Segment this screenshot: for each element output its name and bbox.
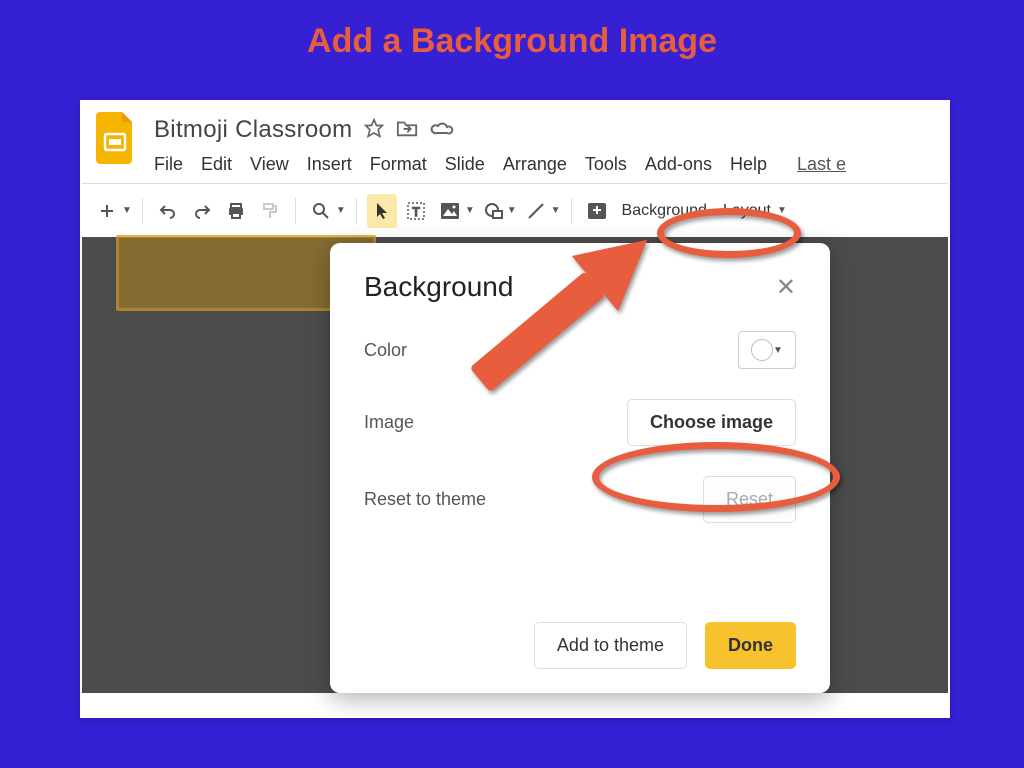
star-icon[interactable] — [364, 118, 384, 143]
toolbar: ▼ ▼ T ▼ ▼ ▼ Background Layout ▼ — [82, 183, 948, 237]
background-button[interactable]: Background — [616, 202, 713, 220]
paint-format-button[interactable] — [255, 194, 285, 228]
menu-format[interactable]: Format — [370, 154, 427, 175]
svg-text:T: T — [412, 205, 420, 219]
menu-arrange[interactable]: Arrange — [503, 154, 567, 175]
background-button-label: Background — [622, 202, 707, 220]
menu-tools[interactable]: Tools — [585, 154, 627, 175]
menu-slide[interactable]: Slide — [445, 154, 485, 175]
line-button[interactable] — [521, 194, 551, 228]
background-dialog: Background ✕ Color ▼ Image Choose image … — [330, 243, 830, 693]
menu-help[interactable]: Help — [730, 154, 767, 175]
menu-edit[interactable]: Edit — [201, 154, 232, 175]
shape-caret-icon[interactable]: ▼ — [507, 205, 517, 216]
reset-button[interactable]: Reset — [703, 476, 796, 523]
select-tool-button[interactable] — [367, 194, 397, 228]
done-button[interactable]: Done — [705, 622, 796, 669]
choose-image-button[interactable]: Choose image — [627, 399, 796, 446]
cloud-icon[interactable] — [430, 119, 454, 142]
zoom-caret-icon[interactable]: ▼ — [336, 205, 346, 216]
color-swatch-icon — [751, 339, 773, 361]
document-title[interactable]: Bitmoji Classroom — [154, 116, 352, 144]
image-button[interactable] — [435, 194, 465, 228]
menu-view[interactable]: View — [250, 154, 289, 175]
add-to-theme-button[interactable]: Add to theme — [534, 622, 687, 669]
image-label: Image — [364, 412, 414, 433]
menu-addons[interactable]: Add-ons — [645, 154, 712, 175]
shape-button[interactable] — [479, 194, 509, 228]
menu-file[interactable]: File — [154, 154, 183, 175]
comment-button[interactable] — [582, 194, 612, 228]
image-caret-icon[interactable]: ▼ — [465, 205, 475, 216]
new-slide-caret-icon[interactable]: ▼ — [122, 205, 132, 216]
undo-button[interactable] — [153, 194, 183, 228]
color-caret-icon: ▼ — [773, 345, 783, 356]
slide-title: Add a Background Image — [0, 0, 1024, 61]
slides-logo-icon — [96, 112, 136, 164]
print-button[interactable] — [221, 194, 251, 228]
menu-insert[interactable]: Insert — [307, 154, 352, 175]
new-slide-button[interactable] — [92, 194, 122, 228]
reset-label: Reset to theme — [364, 489, 486, 510]
close-icon[interactable]: ✕ — [776, 273, 796, 302]
slide-canvas: Background ✕ Color ▼ Image Choose image … — [82, 237, 948, 693]
zoom-button[interactable] — [306, 194, 336, 228]
line-caret-icon[interactable]: ▼ — [551, 205, 561, 216]
textbox-button[interactable]: T — [401, 194, 431, 228]
last-edit-link[interactable]: Last e — [797, 154, 846, 175]
layout-button[interactable]: Layout ▼ — [717, 202, 793, 220]
move-folder-icon[interactable] — [396, 118, 418, 143]
dialog-title: Background — [364, 271, 513, 303]
redo-button[interactable] — [187, 194, 217, 228]
layout-caret-icon: ▼ — [777, 205, 787, 216]
layout-button-label: Layout — [723, 202, 771, 220]
app-window: Bitmoji Classroom File Edit View Insert … — [80, 100, 950, 718]
color-label: Color — [364, 340, 407, 361]
menu-bar: File Edit View Insert Format Slide Arran… — [154, 154, 934, 175]
color-picker-button[interactable]: ▼ — [738, 331, 796, 369]
